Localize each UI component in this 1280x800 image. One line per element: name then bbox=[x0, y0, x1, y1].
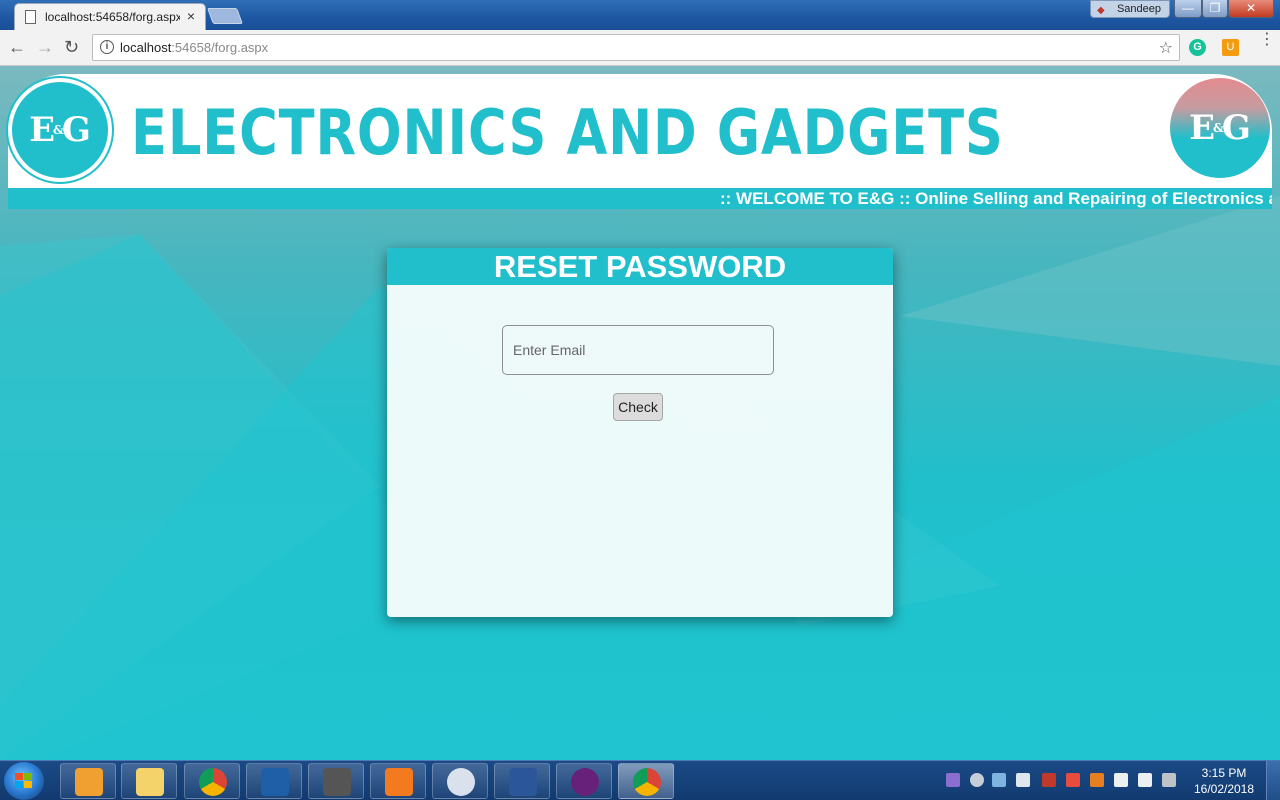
profile-name: Sandeep bbox=[1116, 3, 1161, 15]
site-title: ELECTRONICS AND GADGETS bbox=[131, 96, 1004, 169]
browser-toolbar: ← → ↻ i localhost:54658/forg.aspx ☆ bbox=[0, 30, 1280, 66]
clock-time: 3:15 PM bbox=[1201, 766, 1247, 780]
taskbar-file-explorer[interactable] bbox=[121, 763, 177, 799]
marquee-text: :: WELCOME TO E&G :: Online Selling and … bbox=[720, 189, 1272, 208]
email-field[interactable] bbox=[502, 325, 774, 375]
tray-network-icon[interactable] bbox=[970, 773, 984, 787]
forward-icon[interactable]: → bbox=[36, 37, 54, 57]
chrome-icon bbox=[633, 768, 661, 796]
taskbar-chrome-active[interactable] bbox=[618, 763, 674, 799]
reload-icon[interactable]: ↻ bbox=[64, 37, 79, 57]
uc-extension-icon[interactable]: U bbox=[1222, 39, 1239, 56]
show-desktop-button[interactable] bbox=[1266, 761, 1280, 800]
visual-studio-icon bbox=[571, 768, 599, 796]
grammarly-extension-icon[interactable]: G bbox=[1189, 39, 1206, 56]
tray-app-icon[interactable] bbox=[1042, 773, 1056, 787]
tray-link-icon[interactable] bbox=[946, 773, 960, 787]
clock-date: 16/02/2018 bbox=[1193, 782, 1255, 796]
media-player-icon bbox=[75, 768, 103, 796]
dropbox-icon[interactable] bbox=[1114, 773, 1128, 787]
start-button[interactable] bbox=[4, 762, 44, 800]
site-logo-left[interactable]: E & G bbox=[8, 78, 112, 182]
taskbar-clock[interactable]: 3:15 PM 16/02/2018 bbox=[1186, 765, 1262, 797]
profile-button[interactable]: ◆ Sandeep bbox=[1090, 0, 1170, 18]
back-icon[interactable]: ← bbox=[8, 37, 26, 57]
url-host: localhost bbox=[120, 40, 172, 55]
chrome-icon bbox=[199, 768, 227, 796]
card-header: RESET PASSWORD bbox=[387, 248, 893, 285]
taskbar-chrome[interactable] bbox=[184, 763, 240, 799]
page-viewport: E & G ELECTRONICS AND GADGETS E & G :: WELCO… bbox=[0, 66, 1280, 760]
welcome-marquee: :: WELCOME TO E&G :: Online Selling and … bbox=[8, 188, 1272, 209]
taskbar-snipping-tool[interactable] bbox=[432, 763, 488, 799]
tab-close-icon[interactable]: × bbox=[187, 8, 195, 24]
taskbar-powershell[interactable] bbox=[246, 763, 302, 799]
reset-password-card: RESET PASSWORD Check bbox=[387, 248, 893, 617]
logo-letter-g: G bbox=[1221, 108, 1251, 148]
tray-search-icon[interactable] bbox=[1066, 773, 1080, 787]
taskbar-word[interactable] bbox=[494, 763, 550, 799]
page-icon bbox=[25, 10, 36, 24]
url-text[interactable]: localhost:54658/forg.aspx bbox=[120, 40, 268, 55]
taskbar-uc-browser[interactable] bbox=[370, 763, 426, 799]
profile-icon: ◆ bbox=[1097, 5, 1105, 16]
browser-menu-icon[interactable]: ⋮ bbox=[1259, 32, 1275, 48]
taskbar-media-player[interactable] bbox=[60, 763, 116, 799]
logo-letter-g: G bbox=[61, 110, 91, 150]
windows-logo-icon bbox=[15, 773, 33, 789]
site-info-icon[interactable]: i bbox=[100, 40, 114, 54]
display-icon[interactable] bbox=[1162, 773, 1176, 787]
uc-browser-icon bbox=[385, 768, 413, 796]
browser-titlebar: localhost:54658/forg.aspx × ◆ Sandeep — … bbox=[0, 0, 1280, 30]
action-center-icon[interactable] bbox=[1138, 773, 1152, 787]
snipping-tool-icon bbox=[447, 768, 475, 796]
check-button[interactable]: Check bbox=[613, 393, 663, 421]
tab-title: localhost:54658/forg.aspx bbox=[45, 10, 180, 24]
tray-power-icon[interactable] bbox=[1090, 773, 1104, 787]
folder-icon bbox=[136, 768, 164, 796]
word-icon bbox=[509, 768, 537, 796]
bookmark-star-icon[interactable]: ☆ bbox=[1159, 38, 1173, 58]
maximize-button[interactable]: ❐ bbox=[1202, 0, 1228, 18]
minimize-button[interactable]: — bbox=[1174, 0, 1202, 18]
taskbar-visual-studio[interactable] bbox=[556, 763, 612, 799]
windows-taskbar: 3:15 PM 16/02/2018 bbox=[0, 760, 1280, 800]
close-window-button[interactable]: ✕ bbox=[1228, 0, 1274, 18]
url-path: :54658/forg.aspx bbox=[171, 40, 269, 55]
browser-tab-active[interactable]: localhost:54658/forg.aspx × bbox=[14, 3, 206, 30]
tray-bluetooth-icon[interactable] bbox=[992, 773, 1006, 787]
address-bar[interactable]: i localhost:54658/forg.aspx ☆ bbox=[92, 34, 1180, 61]
sql-shell-icon bbox=[323, 768, 351, 796]
site-logo-right[interactable]: E & G bbox=[1170, 78, 1270, 178]
logo-letter-e: E bbox=[1189, 108, 1216, 148]
powershell-icon bbox=[261, 768, 289, 796]
logo-letter-e: E bbox=[29, 110, 56, 150]
reset-password-heading: RESET PASSWORD bbox=[493, 249, 787, 284]
taskbar-sql-shell[interactable] bbox=[308, 763, 364, 799]
volume-icon[interactable] bbox=[1016, 773, 1030, 787]
new-tab-button[interactable] bbox=[207, 8, 243, 24]
